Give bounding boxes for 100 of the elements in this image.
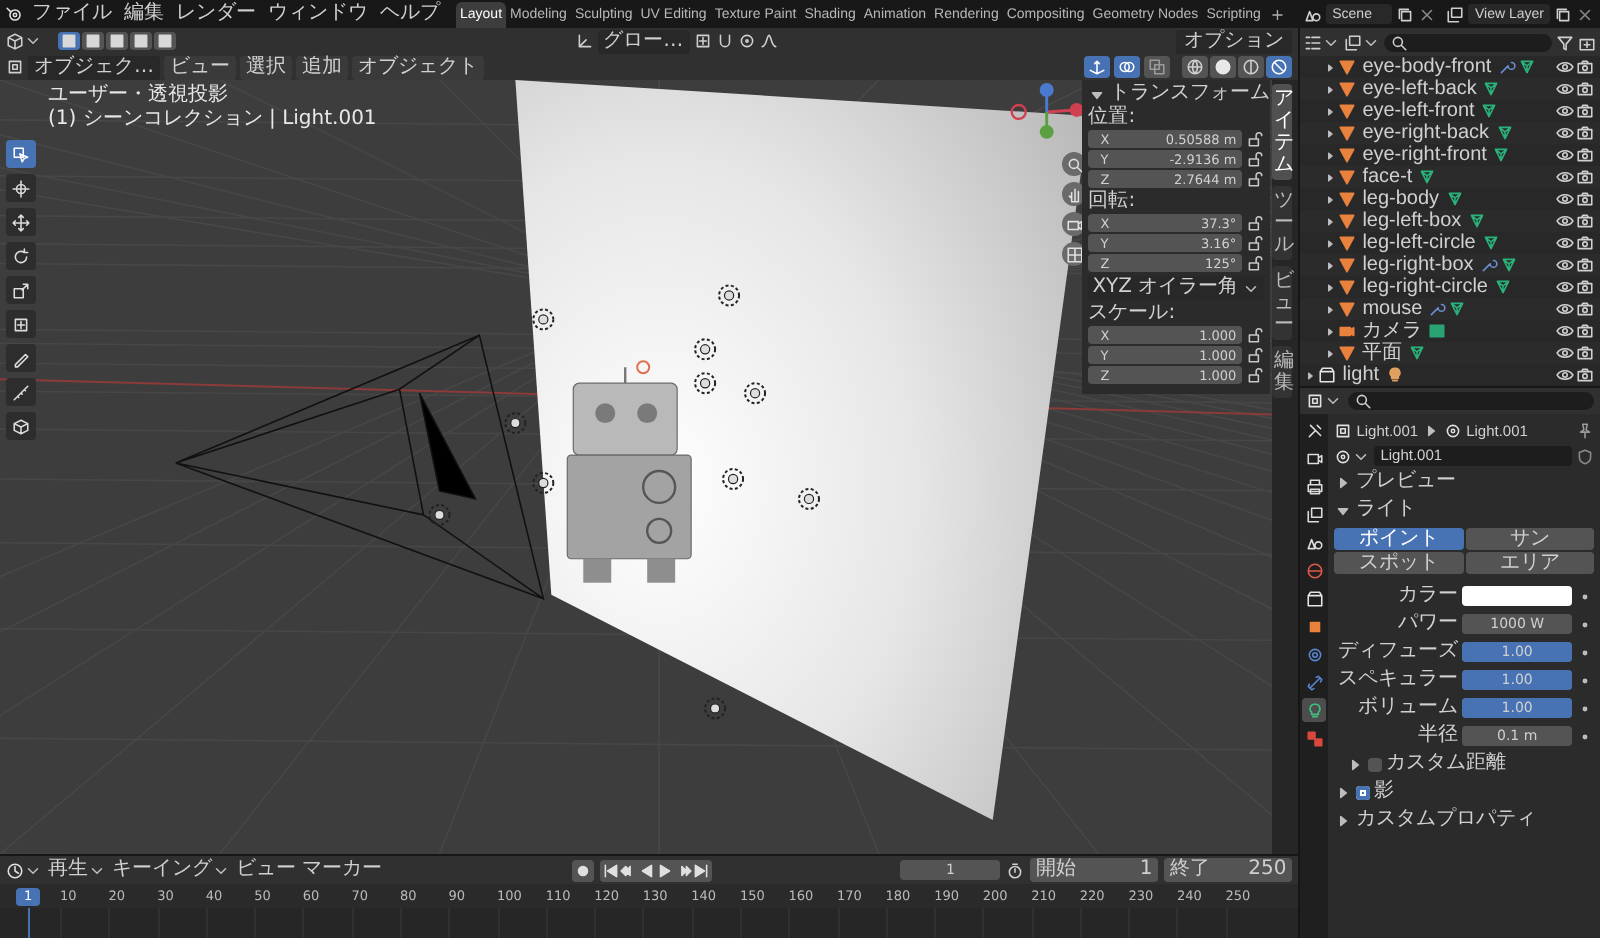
object-name[interactable]: leg-left-circle: [1362, 232, 1476, 254]
shading-mode-button[interactable]: [1266, 56, 1293, 78]
camera-icon[interactable]: [1576, 102, 1594, 120]
disclosure-triangle-icon[interactable]: [1324, 303, 1337, 315]
sidebar-tab[interactable]: ツール: [1272, 186, 1293, 260]
tool-button[interactable]: [6, 344, 36, 372]
disclosure-triangle-icon[interactable]: [1324, 171, 1337, 183]
menu-item[interactable]: 再生: [48, 858, 106, 882]
tool-button[interactable]: [6, 242, 36, 270]
tool-button[interactable]: [6, 276, 36, 304]
eye-icon[interactable]: [1556, 366, 1574, 384]
eye-icon[interactable]: [1556, 168, 1574, 186]
disclosure-triangle-icon[interactable]: [1324, 325, 1337, 337]
magnet-icon[interactable]: [715, 32, 734, 50]
menu-item[interactable]: ファイル: [28, 0, 116, 28]
light-type-tab[interactable]: ポイント: [1334, 528, 1464, 550]
new-collection-icon[interactable]: [1578, 33, 1596, 51]
camera-icon[interactable]: [1576, 278, 1594, 296]
padlock-icon[interactable]: [1246, 234, 1265, 252]
eye-icon[interactable]: [1556, 278, 1574, 296]
search-field[interactable]: [1348, 392, 1594, 410]
close-icon[interactable]: [1418, 5, 1437, 23]
properties-tab[interactable]: [1302, 502, 1327, 526]
object-name[interactable]: eye-right-front: [1362, 144, 1487, 166]
sidebar-tab[interactable]: 編集: [1272, 346, 1293, 398]
camera-icon[interactable]: [1576, 234, 1594, 252]
app-logo-icon[interactable]: [6, 5, 24, 23]
menu-item[interactable]: ビュー: [236, 858, 296, 882]
viewport-toggle[interactable]: [1114, 56, 1141, 78]
camera-icon[interactable]: [1576, 190, 1594, 208]
tool-button[interactable]: [6, 412, 36, 440]
shading-mode-button[interactable]: [1182, 56, 1209, 78]
copy-icon[interactable]: [1554, 5, 1572, 23]
pin-icon[interactable]: [1576, 421, 1594, 439]
camera-icon[interactable]: [1576, 344, 1594, 362]
square-corners-icon[interactable]: [1306, 392, 1325, 410]
camera-icon[interactable]: [1576, 146, 1594, 164]
add-workspace-button[interactable]: +: [1264, 5, 1291, 23]
color-swatch[interactable]: [1462, 586, 1572, 606]
sidebar-tab[interactable]: アイテム: [1272, 84, 1293, 180]
stopwatch-icon[interactable]: [1006, 861, 1025, 879]
object-name[interactable]: eye-left-back: [1362, 78, 1477, 100]
object-mode-icon[interactable]: [6, 58, 24, 76]
menu-item[interactable]: ウィンドウ: [264, 0, 372, 28]
orientation-axes-icon[interactable]: [575, 32, 594, 50]
disclosure-triangle-icon[interactable]: [1324, 281, 1337, 293]
camera-icon[interactable]: [1576, 168, 1594, 186]
selection-mode-button[interactable]: [106, 32, 128, 50]
eye-icon[interactable]: [1556, 344, 1574, 362]
camera-icon[interactable]: [1576, 366, 1594, 384]
padlock-icon[interactable]: [1246, 170, 1265, 188]
eye-icon[interactable]: [1556, 146, 1574, 164]
section-header[interactable]: カスタムプロパティ: [1356, 808, 1537, 832]
menu-item[interactable]: 編集: [120, 0, 168, 28]
jump-start-icon[interactable]: [601, 861, 620, 879]
padlock-icon[interactable]: [1246, 254, 1265, 272]
object-name[interactable]: eye-left-front: [1362, 100, 1475, 122]
eye-icon[interactable]: [1556, 102, 1574, 120]
selection-mode-button[interactable]: [82, 32, 104, 50]
eye-icon[interactable]: [1556, 322, 1574, 340]
menu-item[interactable]: 選択: [240, 55, 292, 79]
menu-item[interactable]: レンダー: [172, 0, 260, 28]
selection-mode-button[interactable]: [130, 32, 152, 50]
camera-icon[interactable]: [1576, 212, 1594, 230]
object-name[interactable]: leg-right-circle: [1362, 276, 1488, 298]
tool-button[interactable]: [6, 208, 36, 236]
search-field[interactable]: [1384, 33, 1552, 51]
eye-icon[interactable]: [1556, 124, 1574, 142]
disclosure-triangle-icon[interactable]: [1346, 755, 1365, 773]
section-header[interactable]: ライト: [1356, 498, 1417, 522]
eye-icon[interactable]: [1556, 300, 1574, 318]
checkbox[interactable]: [1356, 785, 1371, 799]
camera-icon[interactable]: [1576, 80, 1594, 98]
sidebar-tab[interactable]: ビュー: [1272, 266, 1293, 340]
disclosure-triangle-icon[interactable]: [1324, 105, 1337, 117]
disclosure-triangle-icon[interactable]: [1334, 811, 1353, 829]
disclosure-triangle-icon[interactable]: [1324, 237, 1337, 249]
light-type-tab[interactable]: スポット: [1334, 552, 1464, 574]
close-icon[interactable]: [1576, 5, 1594, 23]
camera-icon[interactable]: [1576, 322, 1594, 340]
disclosure-triangle-icon[interactable]: [1324, 61, 1337, 73]
section-header[interactable]: カスタム距離: [1386, 752, 1507, 776]
object-name[interactable]: 平面: [1362, 342, 1403, 364]
collection-name[interactable]: light: [1342, 364, 1380, 386]
padlock-icon[interactable]: [1246, 130, 1265, 148]
record-button[interactable]: [571, 859, 594, 881]
proportional-falloff-icon[interactable]: [737, 32, 756, 50]
disclosure-triangle-icon[interactable]: [1324, 83, 1337, 95]
padlock-icon[interactable]: [1246, 150, 1265, 168]
shield-icon[interactable]: [1576, 447, 1594, 465]
camera-icon[interactable]: [1576, 58, 1594, 76]
object-name[interactable]: eye-body-front: [1362, 56, 1492, 78]
image-stack-icon[interactable]: [1344, 33, 1363, 51]
image-stack-icon[interactable]: [1446, 5, 1465, 23]
tool-button[interactable]: [6, 174, 36, 202]
eye-icon[interactable]: [1556, 190, 1574, 208]
pivot-icon[interactable]: [693, 32, 712, 50]
properties-tab[interactable]: [1302, 586, 1327, 610]
menu-item[interactable]: オブジェクト: [352, 55, 484, 79]
start-frame-field[interactable]: 開始 1: [1030, 858, 1159, 882]
